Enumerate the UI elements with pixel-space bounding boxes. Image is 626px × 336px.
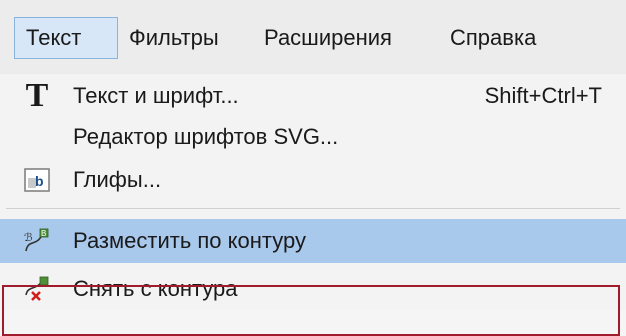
remove-from-path-icon — [22, 275, 52, 303]
menu-item-label: Глифы... — [73, 167, 162, 192]
menu-item-svg-font-editor[interactable]: Редактор шрифтов SVG... — [0, 115, 626, 159]
glyphs-icon: b — [22, 166, 52, 194]
svg-text:ℬ: ℬ — [24, 232, 33, 244]
menu-item-label: Снять с контура — [73, 276, 238, 301]
menu-separator — [6, 208, 620, 209]
menubar-extensions[interactable]: Расширения — [264, 18, 392, 58]
put-on-path-icon: ℬ B — [22, 227, 52, 255]
menu-item-text-and-font[interactable]: T Текст и шрифт... Shift+Ctrl+T — [0, 74, 626, 118]
menu-item-glyphs[interactable]: b Глифы... — [0, 158, 626, 202]
menu-item-put-on-path[interactable]: ℬ B Разместить по контуру — [0, 219, 626, 263]
menubar-text[interactable]: Текст — [14, 17, 118, 59]
menu-item-label: Текст и шрифт... — [73, 83, 239, 108]
menu-item-remove-from-path[interactable]: Снять с контура — [0, 267, 626, 311]
menu-item-label: Редактор шрифтов SVG... — [73, 124, 339, 149]
svg-text:b: b — [35, 173, 44, 189]
menu-bar: Текст Фильтры Расширения Справка — [0, 0, 626, 75]
menubar-help[interactable]: Справка — [450, 18, 536, 58]
svg-text:B: B — [41, 229, 46, 238]
text-menu-dropdown: T Текст и шрифт... Shift+Ctrl+T Редактор… — [0, 74, 626, 336]
menubar-filters[interactable]: Фильтры — [129, 18, 219, 58]
menu-item-label: Разместить по контуру — [73, 228, 306, 253]
text-font-icon: T — [25, 77, 49, 114]
menu-item-shortcut: Shift+Ctrl+T — [484, 83, 602, 108]
